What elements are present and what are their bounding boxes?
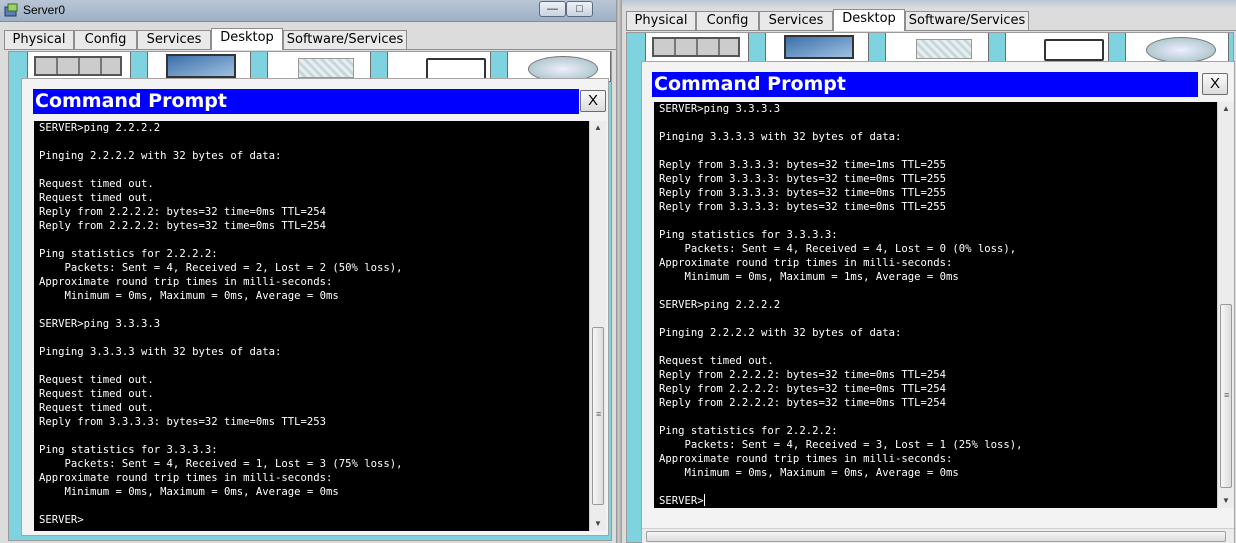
terminal-line: Request timed out. [39,388,154,400]
terminal-line: Reply from 2.2.2.2: bytes=32 time=0ms TT… [39,220,327,232]
tab-services[interactable]: Services [137,30,211,49]
scroll-down-icon[interactable]: ▼ [1218,494,1234,508]
command-prompt-window: Command Prompt X SERVER> Minimum = 0ms, … [21,78,609,536]
scroll-up-icon[interactable]: ▲ [1218,102,1234,116]
terminal-line: Reply from 3.3.3.3: bytes=32 time=0ms TT… [659,201,947,213]
terminal-line: SERVER>ping 3.3.3.3 [659,103,781,115]
desktop-area: Command Prompt X SERVER> Minimum = 0ms, … [8,51,612,541]
terminal-line: SERVER>ping 2.2.2.2 [659,299,781,311]
tab-services[interactable]: Services [759,11,833,30]
terminal-line: Minimum = 0ms, Maximum = 0ms, Average = … [39,486,339,498]
tab-config[interactable]: Config [696,11,759,30]
desktop-area: Command Prompt X SERVER> Minimum = 0ms, … [626,32,1235,543]
terminal-line: SERVER> [659,494,705,507]
terminal-line: Request timed out. [39,192,154,204]
close-button[interactable]: X [1202,73,1228,95]
web-browser-icon[interactable] [1125,33,1229,63]
dial-up-icon[interactable] [765,33,869,63]
terminal-line: Reply from 2.2.2.2: bytes=32 time=0ms TT… [659,397,947,409]
text-cursor [703,494,705,506]
terminal-line: SERVER>ping 3.3.3.3 [39,318,161,330]
terminal-line: Request timed out. [39,178,154,190]
tab-bar: Physical Config Services Desktop Softwar… [4,28,616,50]
maximize-button[interactable]: □ [566,1,593,17]
command-prompt-window: Command Prompt X SERVER> Minimum = 0ms, … [641,61,1235,543]
horizontal-scrollbar[interactable] [642,528,1234,543]
terminal-line: Pinging 3.3.3.3 with 32 bytes of data: [659,131,902,143]
terminal-line: Packets: Sent = 4, Received = 2, Lost = … [39,262,403,274]
command-prompt-title: Command Prompt [33,89,579,114]
terminal-line: Pinging 2.2.2.2 with 32 bytes of data: [39,150,282,162]
window-titlebar[interactable]: Server0 — □ [0,0,616,22]
terminal-line: Ping statistics for 2.2.2.2: [659,425,838,437]
terminal-line: SERVER> [39,514,84,526]
terminal-line: Ping statistics for 3.3.3.3: [659,229,838,241]
scroll-down-icon[interactable]: ▼ [590,517,606,531]
terminal-line: Pinging 3.3.3.3 with 32 bytes of data: [39,346,282,358]
tab-software-services[interactable]: Software/Services [283,30,407,49]
command-prompt-icon[interactable] [1005,33,1109,63]
terminal-output[interactable]: SERVER> Minimum = 0ms, Maximum = 0ms, Av… [654,102,1234,508]
tab-physical[interactable]: Physical [4,30,74,49]
right-server-window: Physical Config Services Desktop Softwar… [622,0,1236,543]
terminal-line: Reply from 3.3.3.3: bytes=32 time=0ms TT… [39,416,327,428]
terminal-line: Approximate round trip times in milli-se… [39,472,333,484]
terminal-line: Minimum = 0ms, Maximum = 0ms, Average = … [659,467,959,479]
terminal-output[interactable]: SERVER> Minimum = 0ms, Maximum = 0ms, Av… [34,121,606,531]
terminal-line: Minimum = 0ms, Maximum = 0ms, Average = … [39,290,339,302]
window-title: Server0 [23,3,66,17]
tab-software-services[interactable]: Software/Services [905,11,1029,30]
close-button[interactable]: X [580,90,606,112]
tab-physical[interactable]: Physical [626,11,696,30]
terminal-line: Ping statistics for 3.3.3.3: [39,444,218,456]
terminal-line: Packets: Sent = 4, Received = 3, Lost = … [659,439,1023,451]
terminal-icon[interactable] [885,33,989,63]
vertical-scrollbar[interactable]: ▲ ≡ ▼ [589,121,606,531]
terminal-line: Request timed out. [659,355,774,367]
terminal-line: Reply from 2.2.2.2: bytes=32 time=0ms TT… [659,383,947,395]
terminal-line: Reply from 2.2.2.2: bytes=32 time=0ms TT… [659,369,947,381]
tab-desktop[interactable]: Desktop [833,9,905,31]
terminal-line: SERVER>ping 2.2.2.2 [39,122,161,134]
scroll-up-icon[interactable]: ▲ [590,121,606,135]
terminal-line: Approximate round trip times in milli-se… [659,453,953,465]
terminal-line: Packets: Sent = 4, Received = 1, Lost = … [39,458,403,470]
grip-icon: ≡ [596,409,602,419]
terminal-line: Approximate round trip times in milli-se… [659,257,953,269]
terminal-line: Reply from 3.3.3.3: bytes=32 time=0ms TT… [659,173,947,185]
tab-bar: Physical Config Services Desktop Softwar… [626,9,1236,31]
horizontal-scrollbar-thumb[interactable] [646,531,1226,542]
grip-icon: ≡ [1224,390,1230,400]
terminal-line: Reply from 3.3.3.3: bytes=32 time=1ms TT… [659,159,947,171]
ip-config-icon[interactable] [645,33,749,63]
terminal-line: Ping statistics for 2.2.2.2: [39,248,218,260]
tab-config[interactable]: Config [74,30,137,49]
minimize-button[interactable]: — [539,1,566,17]
terminal-line: Packets: Sent = 4, Received = 4, Lost = … [659,243,1017,255]
tab-desktop[interactable]: Desktop [211,28,283,50]
terminal-line: Reply from 3.3.3.3: bytes=32 time=0ms TT… [659,187,947,199]
window-frame-top [622,0,1236,8]
scrollbar-thumb[interactable]: ≡ [592,327,604,505]
left-server-window: Server0 — □ Physical Config Services Des… [0,0,616,543]
vertical-scrollbar[interactable]: ▲ ≡ ▼ [1217,102,1234,508]
terminal-line: Minimum = 0ms, Maximum = 1ms, Average = … [659,271,959,283]
terminal-line: Pinging 2.2.2.2 with 32 bytes of data: [659,327,902,339]
terminal-line: Approximate round trip times in milli-se… [39,276,333,288]
packet-tracer-app-icon [4,3,18,17]
terminal-line: Request timed out. [39,402,154,414]
command-prompt-title: Command Prompt [652,72,1198,97]
terminal-line: Request timed out. [39,374,154,386]
scrollbar-thumb[interactable]: ≡ [1220,304,1232,488]
terminal-line: Reply from 2.2.2.2: bytes=32 time=0ms TT… [39,206,327,218]
